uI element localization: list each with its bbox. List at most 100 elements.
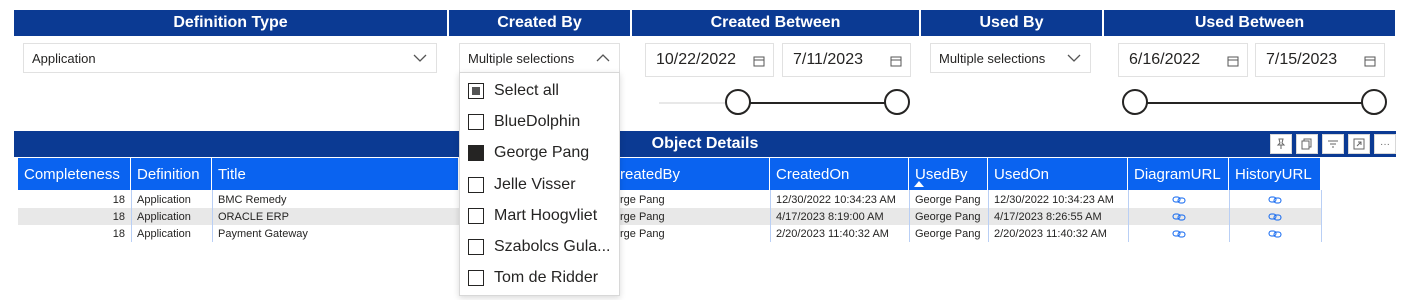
checkbox-checked[interactable] — [468, 145, 484, 161]
created-by-options-menu: Select all BlueDolphin George Pang Jelle… — [459, 72, 620, 296]
cell-created-on: 12/30/2022 10:34:23 AM — [776, 193, 896, 206]
cell-completeness: 18 — [112, 210, 125, 223]
used-between-slider-range[interactable] — [1135, 102, 1374, 104]
menu-item-label: Mart Hoogvliet — [494, 207, 598, 224]
created-between-title: Created Between — [710, 14, 841, 31]
used-by-header: Used By — [921, 10, 1102, 36]
column-header-label: HistoryURL — [1235, 165, 1312, 183]
column-header-label: Completeness — [24, 165, 120, 183]
checkbox-unchecked[interactable] — [468, 270, 484, 286]
menu-item-label: Jelle Visser — [494, 176, 576, 193]
history-link-icon[interactable] — [1229, 191, 1321, 208]
cell-title: BMC Remedy — [218, 193, 287, 206]
focus-mode-icon[interactable] — [1348, 134, 1370, 154]
cell-used-on: 12/30/2022 10:34:23 AM — [994, 193, 1114, 206]
created-by-header: Created By — [449, 10, 630, 36]
created-start-date-input[interactable]: 10/22/2022 — [645, 43, 774, 77]
cell-created-on: 2/20/2023 11:40:32 AM — [776, 227, 889, 240]
menu-item-jelle-visser[interactable]: Jelle Visser — [468, 172, 576, 198]
menu-item-label: Select all — [494, 82, 559, 99]
column-header-label: Title — [218, 165, 246, 183]
used-by-value: Multiple selections — [939, 50, 1046, 66]
menu-item-tom-de-ridder[interactable]: Tom de Ridder — [468, 265, 598, 291]
calendar-icon[interactable] — [753, 55, 765, 67]
column-header-label: DiagramURL — [1134, 165, 1221, 183]
cell-completeness: 18 — [112, 193, 125, 206]
menu-item-szabolcs-gula[interactable]: Szabolcs Gula... — [468, 234, 611, 260]
column-header-usedon[interactable]: UsedOn — [988, 158, 1128, 190]
used-between-slider-end-handle[interactable] — [1361, 89, 1387, 115]
column-header-label: reatedBy — [620, 165, 681, 183]
sort-ascending-icon — [914, 181, 924, 187]
used-by-dropdown[interactable]: Multiple selections — [930, 43, 1091, 73]
used-between-title: Used Between — [1194, 14, 1305, 31]
cell-definition: Application — [137, 193, 191, 206]
column-header-diagramurl[interactable]: DiagramURL — [1128, 158, 1229, 190]
menu-item-mart-hoogvliet[interactable]: Mart Hoogvliet — [468, 203, 597, 229]
column-header-createdby[interactable]: reatedBy — [620, 158, 770, 190]
column-header-label: UsedBy — [915, 165, 968, 183]
column-header-label: CreatedOn — [776, 165, 850, 183]
cell-completeness: 18 — [112, 227, 125, 240]
used-by-title: Used By — [979, 14, 1044, 31]
checkbox-unchecked[interactable] — [468, 177, 484, 193]
cell-used-on: 4/17/2023 8:26:55 AM — [994, 210, 1102, 223]
chevron-down-icon — [413, 54, 427, 62]
used-between-slider-start-handle[interactable] — [1122, 89, 1148, 115]
menu-item-label: Tom de Ridder — [494, 269, 599, 286]
menu-item-bluedolphin[interactable]: BlueDolphin — [468, 109, 580, 135]
menu-item-select-all[interactable]: Select all — [468, 78, 559, 104]
column-header-historyurl[interactable]: HistoryURL — [1229, 158, 1321, 190]
created-end-date-value: 7/11/2023 — [793, 51, 863, 68]
checkbox-unchecked[interactable] — [468, 239, 484, 255]
definition-type-value: Application — [32, 50, 96, 66]
calendar-icon[interactable] — [890, 55, 902, 67]
column-header-completeness[interactable]: Completeness — [18, 158, 131, 190]
definition-type-dropdown[interactable]: Application — [23, 43, 437, 73]
column-header-title[interactable]: Title — [212, 158, 459, 190]
column-header-definition[interactable]: Definition — [131, 158, 212, 190]
diagram-link-icon[interactable] — [1128, 208, 1229, 225]
created-between-header: Created Between — [632, 10, 919, 36]
menu-item-label: George Pang — [494, 144, 590, 161]
diagram-link-icon[interactable] — [1128, 191, 1229, 208]
checkbox-unchecked[interactable] — [468, 114, 484, 130]
menu-item-george-pang[interactable]: George Pang — [468, 140, 589, 166]
calendar-icon[interactable] — [1227, 55, 1239, 67]
history-link-icon[interactable] — [1229, 225, 1321, 242]
checkbox-partial[interactable] — [468, 83, 484, 99]
diagram-link-icon[interactable] — [1128, 225, 1229, 242]
column-header-createdon[interactable]: CreatedOn — [770, 158, 909, 190]
history-link-icon[interactable] — [1229, 208, 1321, 225]
created-start-date-value: 10/22/2022 — [656, 51, 737, 68]
created-between-slider-end-handle[interactable] — [884, 89, 910, 115]
cell-used-by: George Pang — [915, 227, 981, 240]
created-between-slider-range — [738, 102, 897, 104]
created-by-title: Created By — [497, 14, 582, 31]
used-end-date-value: 7/15/2023 — [1266, 51, 1338, 68]
chevron-down-icon — [1067, 54, 1081, 62]
created-between-slider-start-handle[interactable] — [725, 89, 751, 115]
used-between-header: Used Between — [1104, 10, 1395, 36]
copy-icon[interactable] — [1296, 134, 1318, 154]
column-header-label: Definition — [137, 165, 200, 183]
definition-type-title: Definition Type — [173, 14, 288, 31]
menu-item-label: Szabolcs Gula... — [494, 238, 611, 255]
created-end-date-input[interactable]: 7/11/2023 — [782, 43, 911, 77]
calendar-icon[interactable] — [1364, 55, 1376, 67]
filter-icon[interactable] — [1322, 134, 1344, 154]
cell-title: Payment Gateway — [218, 227, 308, 240]
created-by-dropdown[interactable]: Multiple selections — [459, 43, 620, 73]
cell-definition: Application — [137, 227, 191, 240]
created-by-value: Multiple selections — [468, 50, 575, 66]
checkbox-unchecked[interactable] — [468, 208, 484, 224]
pin-icon[interactable] — [1270, 134, 1292, 154]
used-end-date-input[interactable]: 7/15/2023 — [1255, 43, 1385, 77]
more-options-icon[interactable]: ··· — [1374, 134, 1396, 154]
cell-definition: Application — [137, 210, 191, 223]
ellipsis-glyph: ··· — [1380, 138, 1390, 150]
object-details-title: Object Details — [651, 135, 759, 152]
cell-created-by: rge Pang — [620, 210, 665, 223]
used-start-date-input[interactable]: 6/16/2022 — [1118, 43, 1248, 77]
cell-used-by: George Pang — [915, 193, 981, 206]
